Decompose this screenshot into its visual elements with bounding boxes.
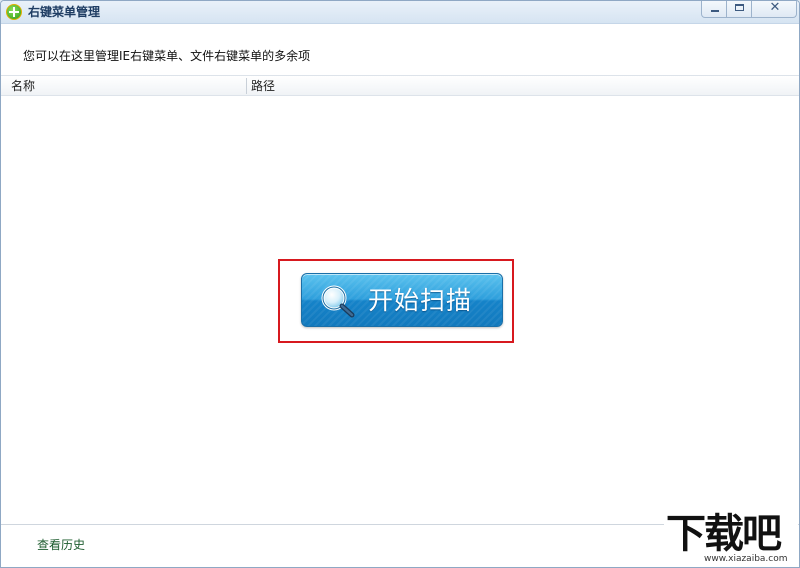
view-history-link[interactable]: 查看历史 <box>37 537 85 553</box>
watermark-brand: 下载吧 <box>666 511 782 557</box>
magnifier-icon <box>321 285 355 318</box>
app-logo-icon <box>6 4 22 20</box>
column-divider[interactable] <box>246 78 247 94</box>
start-scan-label: 开始扫描 <box>368 286 473 315</box>
start-scan-button[interactable]: 开始扫描 <box>301 273 503 327</box>
close-button[interactable]: ✕ <box>751 1 797 18</box>
column-header-path[interactable]: 路径 <box>251 78 275 94</box>
watermark-url: www.xiazaiba.com <box>704 554 788 564</box>
maximize-icon <box>735 4 744 11</box>
minimize-button[interactable] <box>701 1 727 18</box>
title-bar[interactable]: 右键菜单管理 ✕ <box>1 1 799 24</box>
watermark-logo: 下载吧 www.xiazaiba.com <box>664 512 798 566</box>
maximize-button[interactable] <box>726 1 752 18</box>
description-text: 您可以在这里管理IE右键菜单、文件右键菜单的多余项 <box>23 49 311 63</box>
minimize-icon <box>711 10 719 12</box>
column-header-name[interactable]: 名称 <box>11 78 35 94</box>
app-window: 右键菜单管理 ✕ 您可以在这里管理IE右键菜单、文件右键菜单的多余项 名称 路径 <box>0 0 800 568</box>
close-icon: ✕ <box>769 0 781 15</box>
table-header: 名称 路径 <box>1 75 799 96</box>
window-title: 右键菜单管理 <box>28 5 101 19</box>
